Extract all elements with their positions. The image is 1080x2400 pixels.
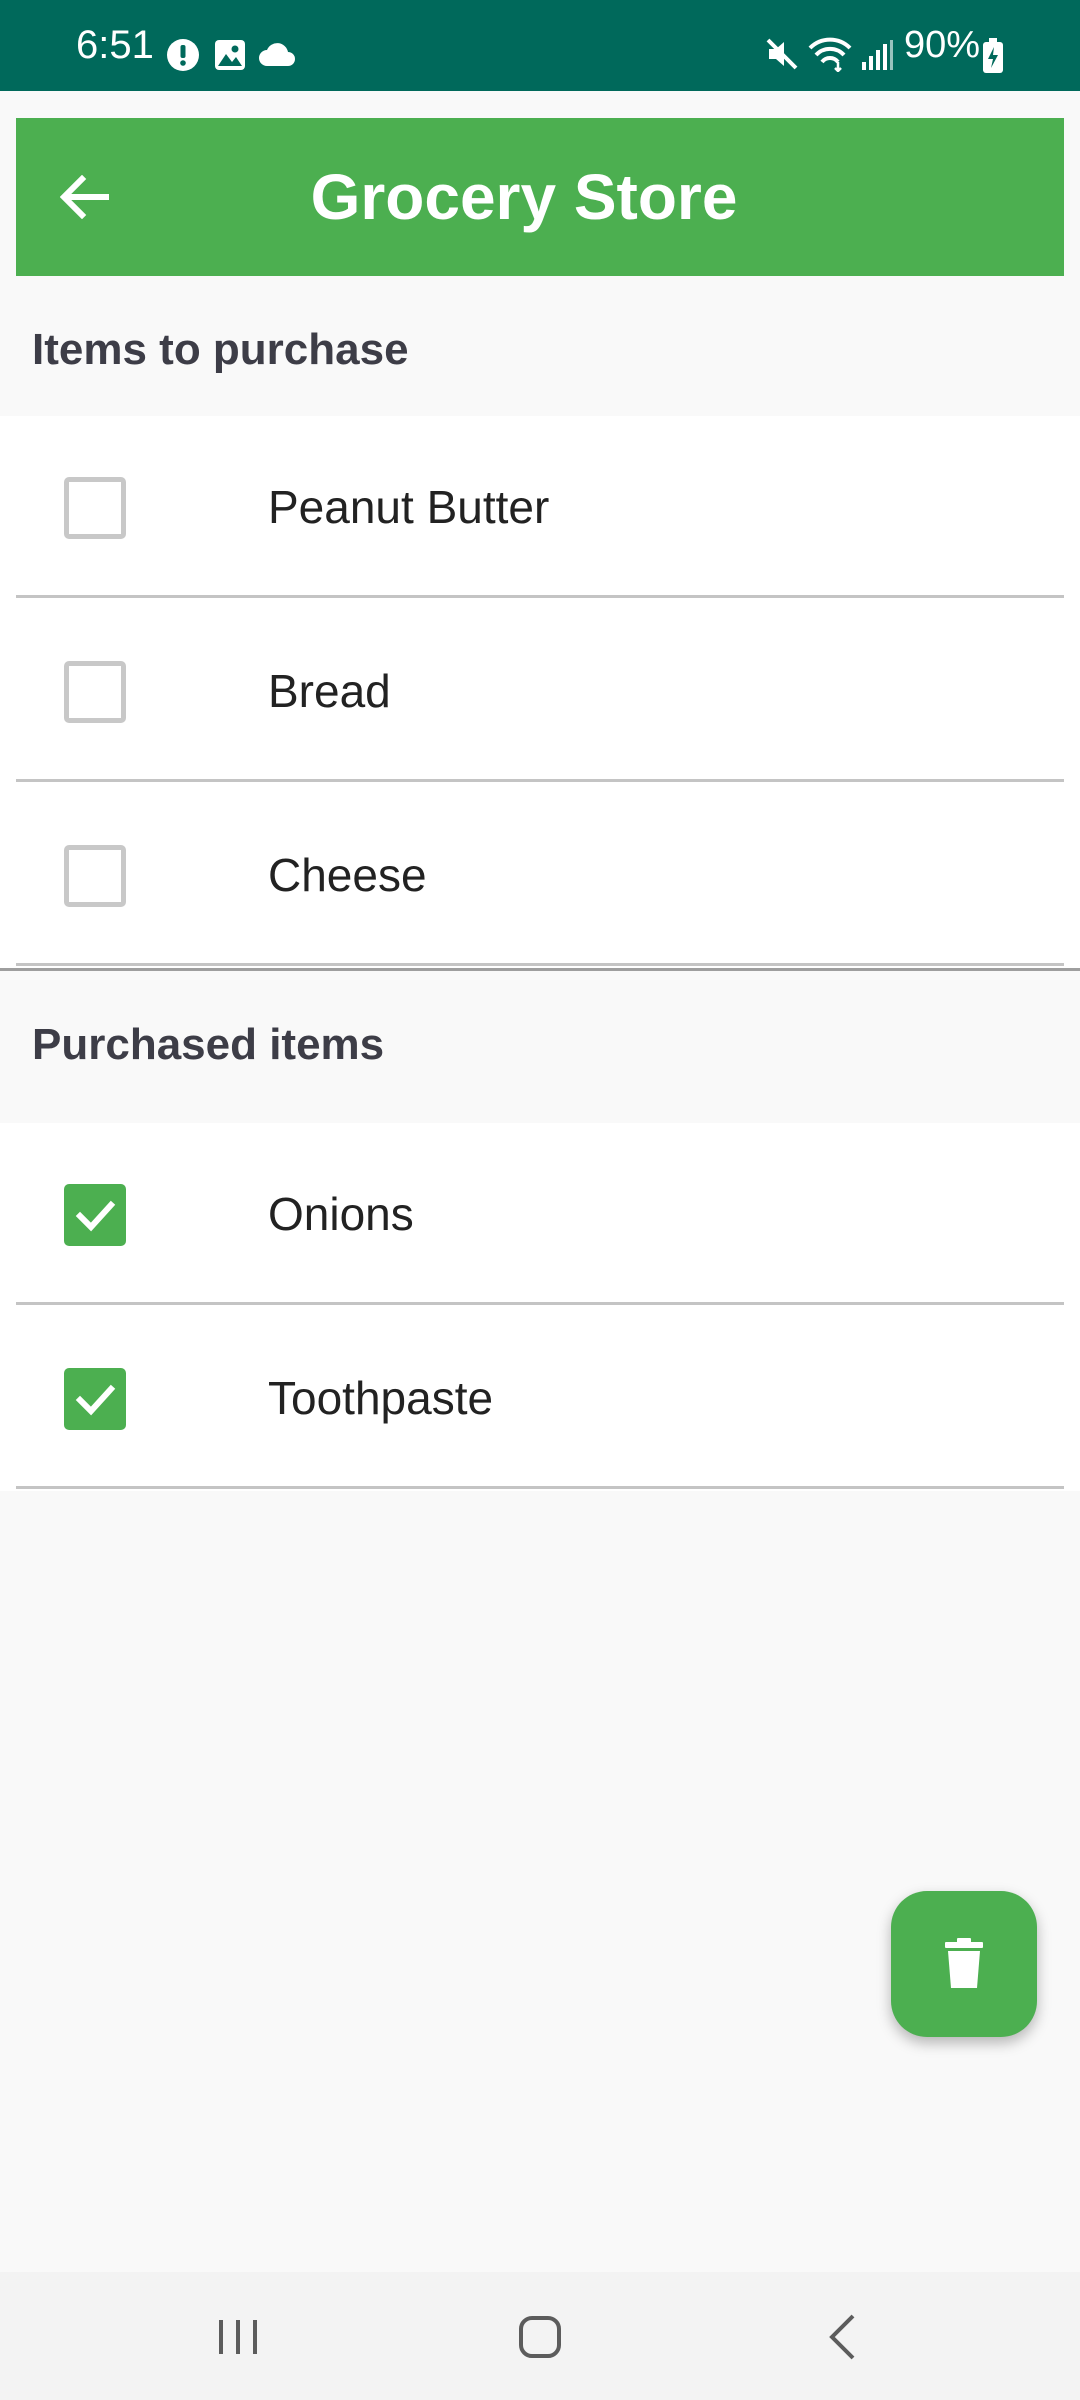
signal-icon <box>860 38 894 77</box>
checkbox[interactable] <box>64 845 126 907</box>
checkbox[interactable] <box>64 661 126 723</box>
mute-icon <box>764 36 800 77</box>
section-header-purchased: Purchased items <box>32 1020 385 1069</box>
to-purchase-list: Peanut Butter Bread Cheese <box>0 416 1080 968</box>
cloud-icon <box>258 42 296 73</box>
screen: 6:51 90% Grocery Store Items to purchase… <box>0 0 1080 2400</box>
checkbox[interactable] <box>64 477 126 539</box>
delete-purchased-button[interactable] <box>891 1891 1037 2037</box>
list-item[interactable]: Onions <box>16 1123 1064 1305</box>
alert-icon <box>166 38 200 77</box>
system-nav-bar <box>0 2272 1080 2400</box>
status-time: 6:51 <box>76 23 154 67</box>
list-item[interactable]: Bread <box>16 600 1064 782</box>
image-icon <box>213 38 247 77</box>
list-item[interactable]: Toothpaste <box>16 1307 1064 1489</box>
page-title: Grocery Store <box>310 161 738 233</box>
item-label: Toothpaste <box>268 1372 494 1424</box>
battery-percent: 90% <box>904 24 981 66</box>
item-label: Peanut Butter <box>268 481 550 533</box>
trash-icon <box>945 1938 983 1988</box>
item-label: Bread <box>268 665 391 717</box>
section-divider <box>0 968 1080 971</box>
app-bar: Grocery Store <box>16 118 1064 276</box>
checkbox-checked[interactable] <box>64 1184 126 1246</box>
purchased-list: Onions Toothpaste <box>0 1123 1080 1491</box>
recent-apps-icon <box>219 2320 257 2354</box>
list-item[interactable]: Cheese <box>16 784 1064 966</box>
back-icon <box>829 2314 855 2360</box>
list-item[interactable]: Peanut Butter <box>16 416 1064 598</box>
home-button[interactable] <box>505 2302 575 2372</box>
back-button[interactable] <box>52 162 138 232</box>
recent-apps-button[interactable] <box>203 2302 273 2372</box>
check-icon <box>75 1384 116 1416</box>
nav-back-button[interactable] <box>808 2302 878 2372</box>
wifi-icon <box>808 36 852 77</box>
item-label: Onions <box>268 1188 414 1240</box>
checkbox-checked[interactable] <box>64 1368 126 1430</box>
section-header-to-purchase: Items to purchase <box>32 325 409 374</box>
battery-icon <box>982 38 1004 79</box>
status-bar: 6:51 90% <box>0 0 1080 91</box>
check-icon <box>75 1200 116 1232</box>
item-label: Cheese <box>268 849 427 901</box>
home-icon <box>519 2316 561 2358</box>
